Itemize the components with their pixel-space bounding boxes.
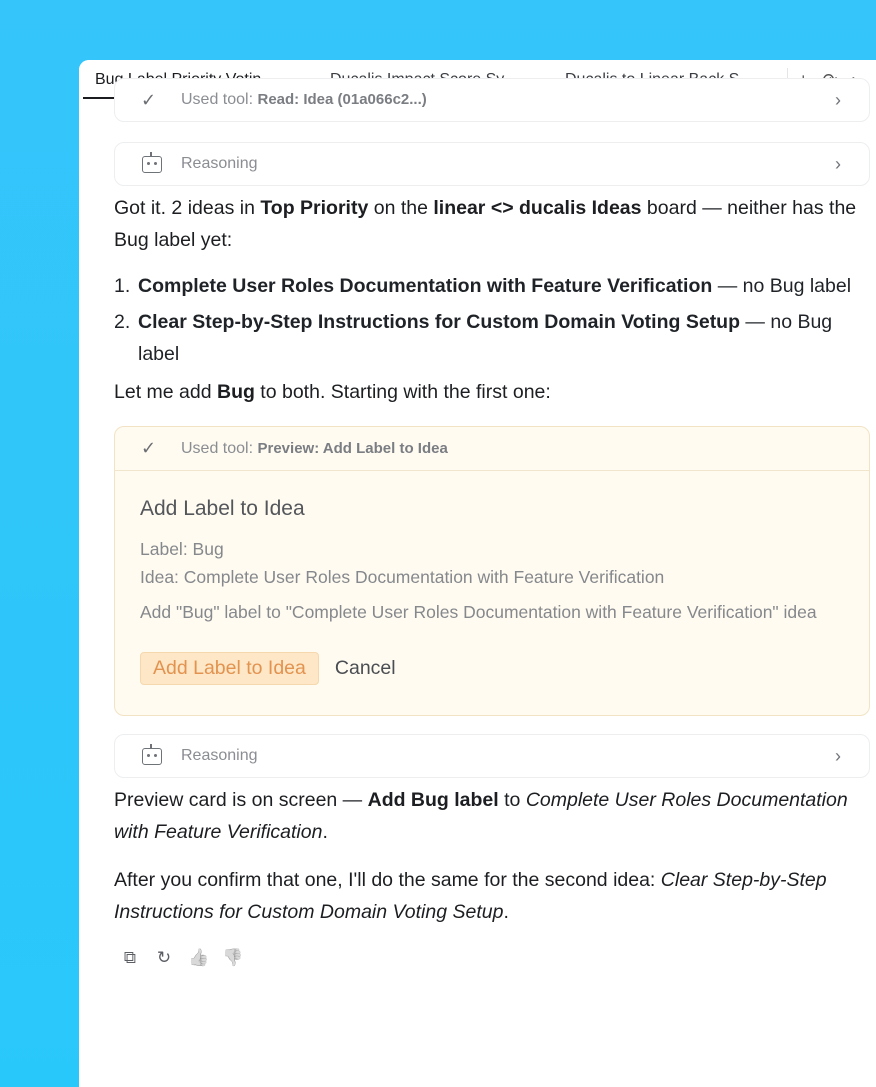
tool-prefix: Used tool: <box>181 91 254 108</box>
copy-icon[interactable]: ⧉ <box>120 948 140 968</box>
robot-icon <box>142 151 162 173</box>
preview-label-line: Label: Bug <box>140 539 224 559</box>
check-icon: ✓ <box>141 438 157 458</box>
preview-actions: Add Label to Idea Cancel <box>140 652 844 685</box>
preview-idea-line: Idea: Complete User Roles Documentation … <box>140 567 665 587</box>
preview-card-header[interactable]: ✓ Used tool: Preview: Add Label to Idea <box>115 427 869 471</box>
add-label-button[interactable]: Add Label to Idea <box>140 652 319 685</box>
thumbs-down-icon[interactable]: 👎 <box>222 948 243 968</box>
reasoning-label: Reasoning <box>181 747 258 764</box>
check-icon: ✓ <box>141 89 157 110</box>
conversation: ✓ Used tool: Read: Idea (01a066c2...) › … <box>114 78 870 968</box>
thumbs-up-icon[interactable]: 👍 <box>188 948 209 968</box>
preview-card: ✓ Used tool: Preview: Add Label to Idea … <box>114 426 870 716</box>
list-item: 1. Complete User Roles Documentation wit… <box>114 275 852 297</box>
message-actions: ⧉ ↻ 👍 👎 <box>114 948 870 968</box>
tool-call-label: Used tool: Preview: Add Label to Idea <box>181 439 448 457</box>
assistant-message-add: Let me add Bug to both. Starting with th… <box>114 381 551 403</box>
assistant-message-final: After you confirm that one, I'll do the … <box>114 869 827 923</box>
preview-title: Add Label to Idea <box>140 497 305 520</box>
chat-window: Bug Label Priority Votin... Ducalis Impa… <box>79 60 876 1087</box>
reasoning-toggle-2[interactable]: Reasoning › <box>114 734 870 778</box>
cancel-button[interactable]: Cancel <box>335 657 396 680</box>
robot-icon <box>142 743 162 765</box>
list-item: 2. Clear Step-by-Step Instructions for C… <box>114 311 833 365</box>
chevron-right-icon: › <box>835 745 841 766</box>
tool-name: Read: Idea (01a066c2...) <box>257 91 427 108</box>
preview-description: Add "Bug" label to "Complete User Roles … <box>140 602 817 622</box>
chevron-right-icon: › <box>835 89 841 110</box>
reasoning-toggle-1[interactable]: Reasoning › <box>114 142 870 186</box>
tool-call-read-idea[interactable]: ✓ Used tool: Read: Idea (01a066c2...) › <box>114 78 870 122</box>
chevron-right-icon: › <box>835 153 841 174</box>
idea-list: 1. Complete User Roles Documentation wit… <box>114 270 870 370</box>
retry-icon[interactable]: ↻ <box>154 948 174 968</box>
reasoning-label: Reasoning <box>181 155 258 172</box>
assistant-message-preview: Preview card is on screen — Add Bug labe… <box>114 789 848 843</box>
tool-call-label: Used tool: Read: Idea (01a066c2...) <box>181 91 427 109</box>
assistant-message-intro: Got it. 2 ideas in Top Priority on the l… <box>114 197 857 251</box>
preview-card-body: Add Label to Idea Label: Bug Idea: Compl… <box>115 471 869 715</box>
